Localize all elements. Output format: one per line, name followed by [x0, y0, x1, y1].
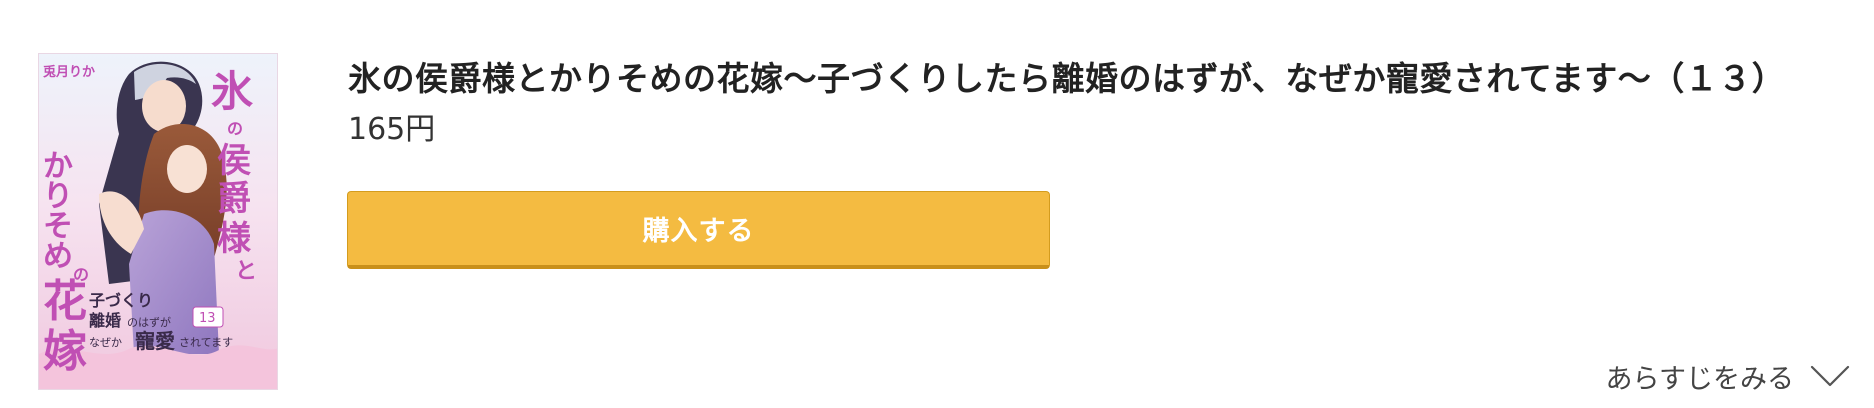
chevron-down-icon — [1810, 365, 1850, 387]
svg-text:なぜか: なぜか — [89, 336, 122, 349]
buy-button-label: 購入する — [642, 216, 755, 247]
svg-text:め: め — [43, 239, 73, 274]
svg-text:侯: 侯 — [217, 141, 251, 181]
svg-text:氷: 氷 — [211, 67, 254, 116]
price-text: 165円 — [348, 112, 436, 147]
svg-text:13: 13 — [199, 311, 216, 326]
svg-text:のはずが: のはずが — [127, 315, 171, 329]
synopsis-label: あらすじをみる — [1605, 363, 1794, 395]
book-cover[interactable]: 氷 の 侯 爵 様 と か り そ め の 花 嫁 子づくり 離婚 のはずが な… — [38, 53, 278, 390]
buy-button[interactable]: 購入する — [347, 191, 1050, 269]
svg-text:子づくり: 子づくり — [89, 291, 153, 310]
svg-text:嫁: 嫁 — [43, 326, 87, 377]
product-title[interactable]: 氷の侯爵様とかりそめの花嫁〜子づくりしたら離婚のはずが、なぜか寵愛されてます〜（… — [348, 52, 1858, 106]
svg-text:離婚: 離婚 — [89, 311, 121, 330]
svg-text:寵愛: 寵愛 — [135, 329, 175, 353]
svg-text:花: 花 — [43, 276, 87, 327]
svg-text:と: と — [235, 258, 257, 284]
synopsis-toggle[interactable]: あらすじをみる — [1606, 352, 1850, 400]
svg-text:様: 様 — [217, 219, 252, 259]
svg-text:の: の — [227, 119, 243, 138]
svg-text:されてます: されてます — [179, 336, 233, 349]
cover-image: 氷 の 侯 爵 様 と か り そ め の 花 嫁 子づくり 離婚 のはずが な… — [39, 54, 277, 389]
svg-text:爵: 爵 — [217, 179, 251, 219]
svg-text:兎月りか: 兎月りか — [43, 64, 95, 80]
